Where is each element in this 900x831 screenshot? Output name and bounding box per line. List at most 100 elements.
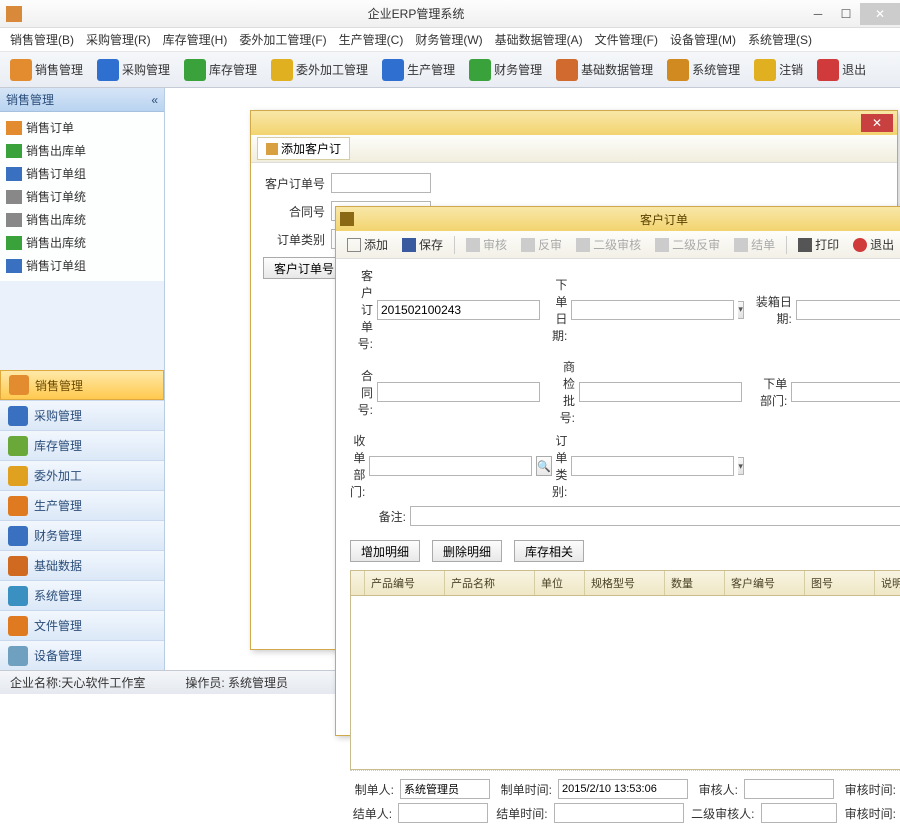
grid-col-6[interactable]: 客户编号 xyxy=(725,571,805,595)
nav-item-9[interactable]: 设备管理 xyxy=(0,640,164,670)
tb-print[interactable]: 打印 xyxy=(793,234,844,255)
closer-input[interactable] xyxy=(398,803,488,823)
grid-col-7[interactable]: 图号 xyxy=(805,571,875,595)
menu-purchase[interactable]: 采购管理(R) xyxy=(82,29,155,50)
toolbar-icon-4 xyxy=(382,59,404,81)
del-detail-button[interactable]: 删除明细 xyxy=(432,540,502,562)
tb-add[interactable]: 添加 xyxy=(342,234,393,255)
add-detail-button[interactable]: 增加明细 xyxy=(350,540,420,562)
tree-item-0[interactable]: 销售订单 xyxy=(2,116,162,139)
inspect-label: 商检批号: xyxy=(552,358,575,426)
menu-file[interactable]: 文件管理(F) xyxy=(591,29,662,50)
stock-button[interactable]: 库存相关 xyxy=(514,540,584,562)
menu-outsource[interactable]: 委外加工管理(F) xyxy=(235,29,330,50)
tb-audit2[interactable]: 二级审核 xyxy=(571,234,646,255)
grid-col-3[interactable]: 单位 xyxy=(535,571,585,595)
orderdate-dropdown-icon[interactable]: ▾ xyxy=(738,301,744,319)
toolbar-6[interactable]: 基础数据管理 xyxy=(550,57,659,83)
cw1-orderno-input[interactable] xyxy=(331,173,431,193)
nav-item-6[interactable]: 基础数据 xyxy=(0,550,164,580)
minimize-button[interactable]: ─ xyxy=(804,3,832,25)
closetime-input[interactable] xyxy=(554,803,684,823)
nav-item-3[interactable]: 委外加工 xyxy=(0,460,164,490)
nav-item-7[interactable]: 系统管理 xyxy=(0,580,164,610)
auditor-input[interactable] xyxy=(744,779,834,799)
grid-col-0[interactable] xyxy=(351,571,365,595)
tb-save[interactable]: 保存 xyxy=(397,234,448,255)
nav-item-8[interactable]: 文件管理 xyxy=(0,610,164,640)
sidebar-collapse-icon[interactable]: « xyxy=(151,93,158,107)
menu-inventory[interactable]: 库存管理(H) xyxy=(159,29,232,50)
nav-item-2[interactable]: 库存管理 xyxy=(0,430,164,460)
tree-item-6[interactable]: 销售订单组 xyxy=(2,254,162,277)
tree-icon xyxy=(6,190,22,204)
menu-system[interactable]: 系统管理(S) xyxy=(744,29,816,50)
tree-item-3[interactable]: 销售订单统 xyxy=(2,185,162,208)
tb-close-order[interactable]: 结单 xyxy=(729,234,780,255)
nav-item-5[interactable]: 财务管理 xyxy=(0,520,164,550)
cw1-titlebar[interactable]: ✕ xyxy=(251,111,897,135)
tb-unaudit2[interactable]: 二级反审 xyxy=(650,234,725,255)
cw1-tab[interactable]: 添加客户订 xyxy=(257,137,350,160)
tree-icon xyxy=(6,167,22,181)
recvdept-input[interactable] xyxy=(369,456,532,476)
nav-item-4[interactable]: 生产管理 xyxy=(0,490,164,520)
cw1-contract-label: 合同号 xyxy=(263,203,325,220)
toolbar-7[interactable]: 系统管理 xyxy=(661,57,746,83)
grid-col-2[interactable]: 产品名称 xyxy=(445,571,535,595)
toolbar-3[interactable]: 委外加工管理 xyxy=(265,57,374,83)
maketime-input[interactable] xyxy=(558,779,688,799)
toolbar-9[interactable]: 退出 xyxy=(811,57,872,83)
orderdate-input[interactable] xyxy=(571,300,734,320)
nav-icon xyxy=(8,436,28,456)
toolbar-5[interactable]: 财务管理 xyxy=(463,57,548,83)
contract-input[interactable] xyxy=(377,382,540,402)
menu-sales[interactable]: 销售管理(B) xyxy=(6,29,78,50)
maximize-button[interactable]: ☐ xyxy=(832,3,860,25)
tree-item-4[interactable]: 销售出库统 xyxy=(2,208,162,231)
tree-item-1[interactable]: 销售出库单 xyxy=(2,139,162,162)
ordertype-input[interactable] xyxy=(571,456,734,476)
tb-exit[interactable]: 退出 xyxy=(848,234,899,255)
cw1-query-button[interactable]: 客户订单号 xyxy=(263,257,345,279)
toolbar-2[interactable]: 库存管理 xyxy=(178,57,263,83)
orderno-input[interactable] xyxy=(377,300,540,320)
grid-col-4[interactable]: 规格型号 xyxy=(585,571,665,595)
titlebar: 企业ERP管理系统 ─ ☐ ✕ xyxy=(0,0,900,28)
maker-input[interactable] xyxy=(400,779,490,799)
ordertype-dropdown-icon[interactable]: ▾ xyxy=(738,457,744,475)
menu-basedata[interactable]: 基础数据管理(A) xyxy=(491,29,587,50)
remark-input[interactable] xyxy=(410,506,900,526)
detail-grid[interactable]: 产品编号产品名称单位规格型号数量客户编号图号说明 xyxy=(350,570,900,770)
toolbar-8[interactable]: 注销 xyxy=(748,57,809,83)
cw1-close-button[interactable]: ✕ xyxy=(861,114,893,132)
menu-finance[interactable]: 财务管理(W) xyxy=(411,29,486,50)
tb-unaudit[interactable]: 反审 xyxy=(516,234,567,255)
unaudit2-icon xyxy=(655,238,669,252)
tree-item-2[interactable]: 销售订单组 xyxy=(2,162,162,185)
dept-input[interactable] xyxy=(791,382,900,402)
content-area: ✕ 添加客户订 客户订单号 合同号 订单类别 xyxy=(165,88,900,670)
cw2-titlebar[interactable]: 客户订单 ✕ xyxy=(336,207,900,231)
tb-audit[interactable]: 审核 xyxy=(461,234,512,255)
menu-device[interactable]: 设备管理(M) xyxy=(666,29,740,50)
tree-item-5[interactable]: 销售出库统 xyxy=(2,231,162,254)
menu-production[interactable]: 生产管理(C) xyxy=(335,29,408,50)
inspect-input[interactable] xyxy=(579,382,742,402)
toolbar-4[interactable]: 生产管理 xyxy=(376,57,461,83)
packdate-input[interactable] xyxy=(796,300,900,320)
toolbar-0[interactable]: 销售管理 xyxy=(4,57,89,83)
sidebar-nav: 销售管理采购管理库存管理委外加工生产管理财务管理基础数据系统管理文件管理设备管理 xyxy=(0,370,164,670)
toolbar-icon-8 xyxy=(754,59,776,81)
grid-col-1[interactable]: 产品编号 xyxy=(365,571,445,595)
nav-item-1[interactable]: 采购管理 xyxy=(0,400,164,430)
close-button[interactable]: ✕ xyxy=(860,3,900,25)
toolbar-1[interactable]: 采购管理 xyxy=(91,57,176,83)
recvdept-lookup-button[interactable]: 🔍 xyxy=(536,456,552,476)
grid-col-8[interactable]: 说明 xyxy=(875,571,900,595)
nav-item-0[interactable]: 销售管理 xyxy=(0,370,164,400)
auditor2-input[interactable] xyxy=(761,803,837,823)
add-icon xyxy=(347,238,361,252)
app-title: 企业ERP管理系统 xyxy=(28,5,804,22)
grid-col-5[interactable]: 数量 xyxy=(665,571,725,595)
